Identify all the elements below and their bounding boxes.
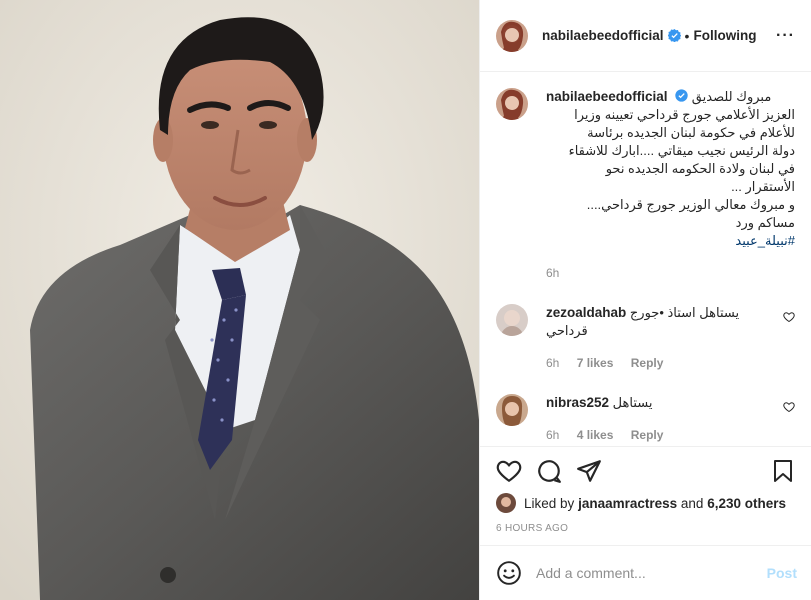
comment-meta: 6h 4 likes Reply bbox=[546, 426, 772, 444]
post-side-panel: nabilaebeedofficial • Following ··· nabi… bbox=[479, 0, 811, 600]
caption-line: و مبروك معالي الوزير جورج قرداحي.... bbox=[586, 197, 795, 212]
post-comment-button[interactable]: Post bbox=[767, 565, 797, 581]
comment-body: nibras252 يستاهل 6h 4 likes Reply bbox=[546, 394, 772, 444]
comment-likes[interactable]: 4 likes bbox=[577, 428, 614, 442]
post-actions: Liked by janaamractress and 6,230 others… bbox=[480, 446, 811, 534]
caption-meta: 6h bbox=[546, 264, 795, 282]
verified-badge-icon bbox=[667, 29, 681, 42]
liked-by-conj: and bbox=[680, 495, 704, 511]
caption-line: العزيز الأعلامي جورج قرداحي تعيينه وزيرا bbox=[574, 107, 795, 122]
liker-username[interactable]: janaamractress bbox=[578, 496, 677, 511]
posted-ago[interactable]: 6 HOURS AGO bbox=[496, 523, 795, 534]
comment-meta: 6h 7 likes Reply bbox=[546, 354, 772, 372]
ellipsis-icon[interactable]: ··· bbox=[776, 27, 795, 45]
caption-line: دولة الرئيس نجيب ميقاتي ....ابارك للاشقا… bbox=[568, 143, 795, 158]
heart-icon[interactable] bbox=[496, 458, 522, 484]
comment-time[interactable]: 6h bbox=[546, 428, 559, 442]
comment-time[interactable]: 6h bbox=[546, 356, 559, 370]
comment-bubble-icon[interactable] bbox=[536, 458, 562, 484]
post-header: nabilaebeedofficial • Following ··· bbox=[480, 0, 811, 72]
separator-dot: • bbox=[684, 27, 690, 44]
caption-body: nabilaebeedofficial مبروك للصديق العزيز … bbox=[546, 88, 795, 282]
caption-line: للأعلام في حكومة لبنان الجديده برئاسة bbox=[587, 125, 795, 140]
comment-item: nibras252 يستاهل 6h 4 likes Reply bbox=[496, 394, 795, 444]
verified-badge-icon bbox=[675, 89, 688, 102]
liker-avatar[interactable] bbox=[496, 493, 516, 513]
likes-summary: Liked by janaamractress and 6,230 others bbox=[496, 493, 795, 513]
caption: nabilaebeedofficial مبروك للصديق العزيز … bbox=[496, 88, 795, 282]
caption-username[interactable]: nabilaebeedofficial bbox=[546, 89, 668, 104]
comment-text: يستاهل bbox=[612, 395, 653, 410]
reply-button[interactable]: Reply bbox=[631, 428, 664, 442]
comment-username[interactable]: zezoaldahab bbox=[546, 305, 626, 320]
author-avatar[interactable] bbox=[496, 19, 528, 52]
comment-input[interactable] bbox=[536, 565, 767, 581]
smiley-icon[interactable] bbox=[496, 560, 522, 586]
liked-by-prefix: Liked by bbox=[524, 495, 575, 511]
caption-line: مساكم ورد bbox=[735, 215, 795, 230]
comment-body: zezoaldahab يستاهل استاذ •جورج قرداحي 6h… bbox=[546, 304, 772, 372]
following-button[interactable]: Following bbox=[693, 28, 756, 43]
add-comment-bar: Post bbox=[480, 545, 811, 600]
commenter-avatar[interactable] bbox=[496, 304, 528, 336]
bookmark-icon[interactable] bbox=[771, 458, 795, 484]
caption-time[interactable]: 6h bbox=[546, 266, 559, 280]
commenter-avatar[interactable] bbox=[496, 394, 528, 426]
post-photo[interactable] bbox=[0, 0, 479, 600]
hashtag-link[interactable]: #نبيلة_عبيد bbox=[546, 232, 795, 250]
caption-line: الأستقرار ... bbox=[731, 179, 795, 194]
author-username[interactable]: nabilaebeedofficial bbox=[542, 28, 664, 43]
action-bar bbox=[496, 457, 795, 485]
comment-username[interactable]: nibras252 bbox=[546, 395, 609, 410]
caption-line: مبروك للصديق bbox=[691, 89, 772, 104]
comment-heart-icon[interactable] bbox=[783, 304, 795, 372]
caption-line: في لبنان ولادة الحكومه الجديده نحو bbox=[605, 161, 795, 176]
likes-count[interactable]: 6,230 others bbox=[707, 496, 786, 511]
paper-plane-icon[interactable] bbox=[576, 458, 602, 484]
comment-likes[interactable]: 7 likes bbox=[577, 356, 614, 370]
comment-item: zezoaldahab يستاهل استاذ •جورج قرداحي 6h… bbox=[496, 304, 795, 372]
comment-heart-icon[interactable] bbox=[783, 394, 795, 444]
comments-list[interactable]: nabilaebeedofficial مبروك للصديق العزيز … bbox=[480, 72, 811, 446]
author-avatar-small[interactable] bbox=[496, 88, 528, 120]
reply-button[interactable]: Reply bbox=[631, 356, 664, 370]
